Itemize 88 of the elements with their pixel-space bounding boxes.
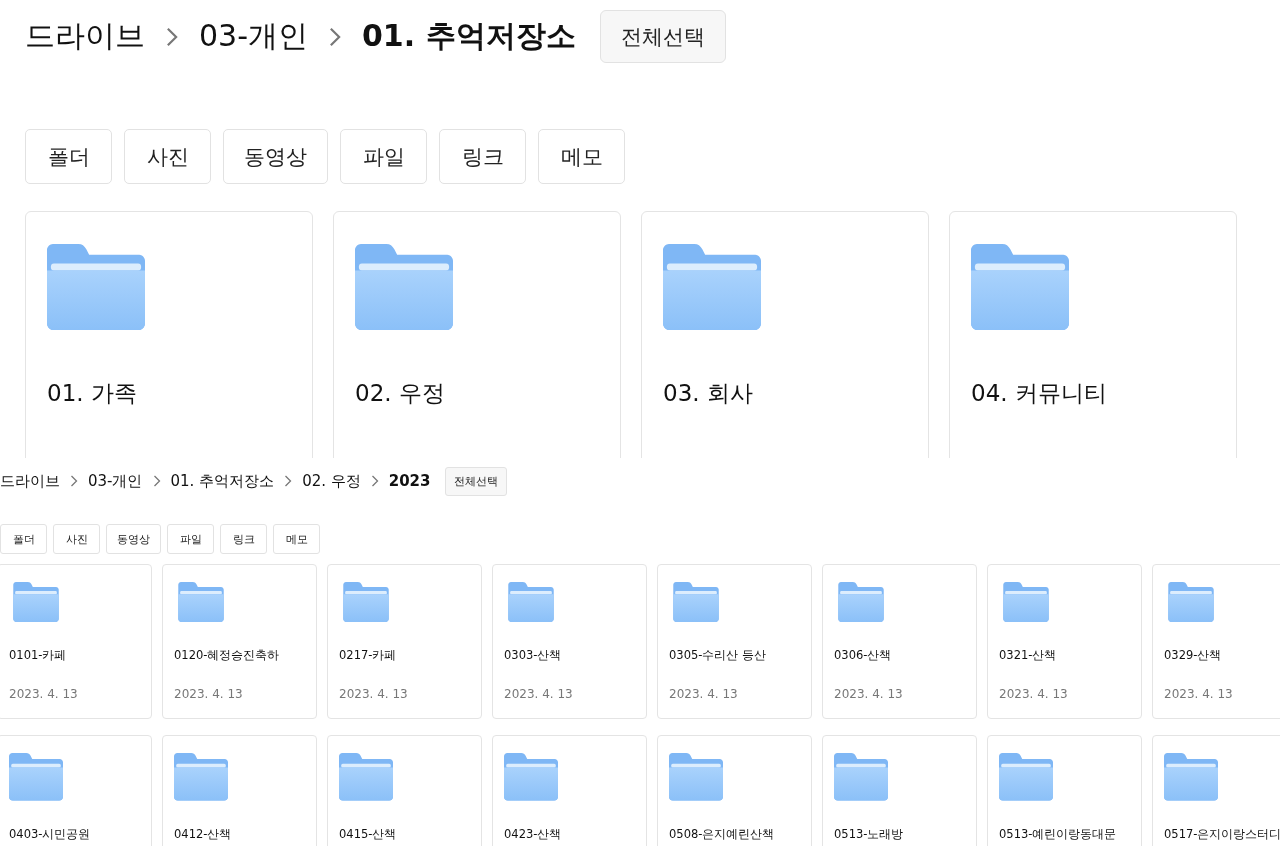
folder-icon: [1164, 753, 1218, 801]
folder-date: 2023. 4. 13: [999, 687, 1068, 701]
folder-icon: [504, 753, 558, 801]
folder-date: 2023. 4. 13: [9, 687, 78, 701]
folder-card[interactable]: 01. 가족: [25, 211, 313, 458]
folder-name: 0513-예린이랑동대문: [999, 826, 1117, 842]
folder-card[interactable]: 0412-산책: [162, 735, 317, 846]
folder-date: 2023. 4. 13: [669, 687, 738, 701]
folder-name: 0415-산책: [339, 826, 397, 842]
folder-name: 0305-수리산 등산: [669, 648, 767, 663]
folder-card[interactable]: 0517-은지이랑스터디: [1152, 735, 1280, 846]
folder-card[interactable]: 0329-산책 2023. 4. 13: [1152, 564, 1280, 719]
folder-icon: [834, 753, 888, 801]
folder-name: 0403-시민공원: [9, 826, 91, 842]
folder-name: 03. 회사: [663, 379, 753, 409]
folder-name: 0412-산책: [174, 826, 232, 842]
select-all-button[interactable]: 전체선택: [444, 466, 507, 496]
filter-button[interactable]: 폴더: [0, 524, 47, 554]
folder-card[interactable]: 0101-카페 2023. 4. 13: [0, 564, 152, 719]
filter-button[interactable]: 메모: [538, 129, 625, 184]
folder-card[interactable]: 02. 우정: [333, 211, 621, 458]
folder-name: 0306-산책: [834, 648, 892, 663]
folder-card[interactable]: 04. 커뮤니티: [949, 211, 1237, 458]
folder-date: 2023. 4. 13: [834, 687, 903, 701]
folder-icon: [669, 753, 723, 801]
folder-name: 0303-산책: [504, 648, 562, 663]
folder-name: 0513-노래방: [834, 826, 904, 842]
breadcrumb-item[interactable]: 02. 우정: [302, 471, 361, 491]
folder-name: 04. 커뮤니티: [971, 379, 1107, 409]
folder-card[interactable]: 0508-은지예린산책: [657, 735, 812, 846]
folder-card[interactable]: 0306-산책 2023. 4. 13: [822, 564, 977, 719]
folder-date: 2023. 4. 13: [339, 687, 408, 701]
chevron-icon: [284, 475, 293, 487]
folder-name: 02. 우정: [355, 379, 445, 409]
breadcrumb-item[interactable]: 2023: [388, 472, 431, 490]
filter-button[interactable]: 폴더: [25, 129, 112, 184]
folder-name: 0517-은지이랑스터디: [1164, 826, 1280, 842]
folder-icon: [355, 244, 453, 331]
folder-card[interactable]: 0415-산책: [327, 735, 482, 846]
folder-icon: [999, 753, 1053, 801]
filter-button[interactable]: 파일: [167, 524, 214, 554]
breadcrumb-item[interactable]: 01. 추억저장소: [362, 16, 576, 57]
folder-icon: [174, 753, 228, 801]
folder-date: 2023. 4. 13: [1164, 687, 1233, 701]
chevron-icon: [370, 475, 379, 487]
breadcrumb-item[interactable]: 03-개인: [199, 16, 308, 57]
folder-name: 0101-카페: [9, 648, 67, 663]
folder-card[interactable]: 0305-수리산 등산 2023. 4. 13: [657, 564, 812, 719]
folder-date: 2023. 4. 13: [174, 687, 243, 701]
folder-name: 0217-카페: [339, 648, 397, 663]
folder-name: 0508-은지예린산책: [669, 826, 775, 842]
folder-icon: [9, 753, 63, 801]
folder-card[interactable]: 0321-산책 2023. 4. 13: [987, 564, 1142, 719]
filter-button[interactable]: 동영상: [106, 524, 161, 554]
chevron-icon: [70, 475, 78, 487]
filter-button[interactable]: 동영상: [223, 129, 328, 184]
filter-button[interactable]: 사진: [53, 524, 100, 554]
breadcrumb-item[interactable]: 03-개인: [88, 471, 143, 491]
folder-name: 0120-혜정승진축하: [174, 648, 280, 663]
folder-card[interactable]: 0217-카페 2023. 4. 13: [327, 564, 482, 719]
folder-icon: [47, 244, 145, 331]
filter-button[interactable]: 메모: [273, 524, 320, 554]
folder-icon: [339, 753, 393, 801]
select-all-button[interactable]: 전체선택: [599, 10, 726, 63]
filter-button[interactable]: 사진: [124, 129, 211, 184]
folder-name: 0423-산책: [504, 826, 562, 842]
folder-name: 0329-산책: [1164, 648, 1222, 663]
breadcrumb-item[interactable]: 드라이브: [25, 16, 145, 57]
folder-name: 0321-산책: [999, 648, 1057, 663]
folder-card[interactable]: 0423-산책: [492, 735, 647, 846]
folder-name: 01. 가족: [47, 379, 137, 409]
chevron-icon: [165, 26, 179, 47]
folder-card[interactable]: 0513-예린이랑동대문: [987, 735, 1142, 846]
filter-button[interactable]: 링크: [439, 129, 526, 184]
folder-date: 2023. 4. 13: [504, 687, 573, 701]
folder-card[interactable]: 0303-산책 2023. 4. 13: [492, 564, 647, 719]
folder-icon: [971, 244, 1069, 331]
breadcrumb-item[interactable]: 01. 추억저장소: [170, 471, 275, 491]
folder-card[interactable]: 0513-노래방: [822, 735, 977, 846]
filter-button[interactable]: 링크: [220, 524, 267, 554]
breadcrumb-item[interactable]: 드라이브: [0, 471, 60, 491]
folder-icon: [663, 244, 761, 331]
chevron-icon: [328, 26, 342, 47]
folder-card[interactable]: 03. 회사: [641, 211, 929, 458]
chevron-icon: [152, 475, 161, 487]
folder-card[interactable]: 0120-혜정승진축하 2023. 4. 13: [162, 564, 317, 719]
filter-button[interactable]: 파일: [340, 129, 427, 184]
folder-card[interactable]: 0403-시민공원: [0, 735, 152, 846]
